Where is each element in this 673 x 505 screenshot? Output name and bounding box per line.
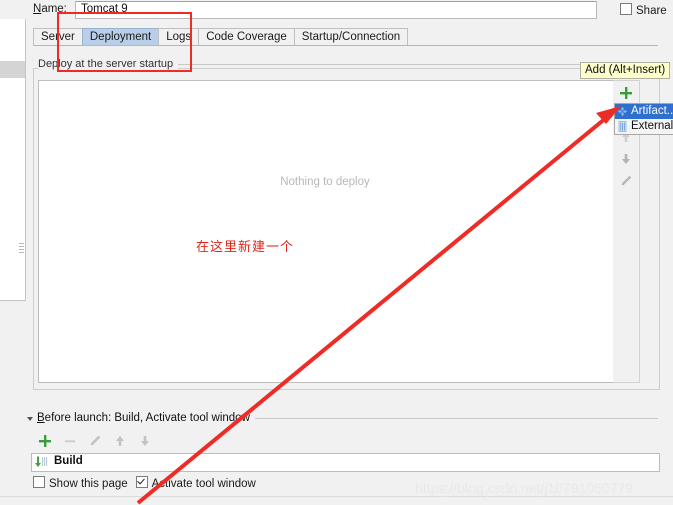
build-icon — [34, 456, 48, 468]
menu-item-artifact-label: Artifact... — [631, 105, 673, 117]
splitter-handle[interactable] — [19, 243, 24, 257]
tab-startup-connection[interactable]: Startup/Connection — [293, 28, 409, 45]
before-launch-collapse-icon[interactable] — [27, 417, 33, 421]
annotation-rectangle — [57, 12, 192, 72]
tree-selected-row[interactable] — [0, 61, 25, 78]
run-configurations-tree[interactable] — [0, 19, 26, 301]
remove-icon — [65, 440, 75, 443]
move-down-button[interactable] — [613, 147, 639, 169]
add-tooltip: Add (Alt+Insert) — [580, 62, 671, 79]
move-down-icon — [622, 154, 630, 164]
activate-tool-window-checkbox[interactable]: Activate tool window — [135, 476, 256, 490]
artifact-icon — [617, 106, 628, 117]
external-source-icon — [617, 121, 628, 132]
share-checkbox-box[interactable] — [620, 3, 632, 15]
add-menu-popup[interactable]: Artifact... External... — [614, 103, 673, 135]
before-launch-move-up-button[interactable] — [108, 432, 133, 450]
tab-code-coverage[interactable]: Code Coverage — [198, 28, 295, 45]
edit-button[interactable] — [613, 169, 639, 191]
show-this-page-checkbox-box[interactable] — [33, 476, 45, 488]
deployment-list[interactable] — [38, 80, 614, 383]
watermark-line-2: https://blog.csdn.net/j18791050779 — [430, 485, 617, 499]
add-icon — [620, 87, 632, 99]
before-launch-add-button[interactable] — [33, 432, 58, 450]
show-this-page-checkbox[interactable]: Show this page — [33, 476, 128, 490]
menu-item-external-label: External... — [631, 120, 673, 132]
show-this-page-label: Show this page — [49, 478, 128, 490]
add-icon — [39, 435, 51, 447]
menu-item-external[interactable]: External... — [615, 119, 673, 134]
menu-item-artifact[interactable]: Artifact... — [615, 104, 673, 119]
share-checkbox-label: Share — [636, 5, 667, 17]
bottom-options: Show this page Activate tool window — [33, 476, 264, 490]
before-launch-title: Before launch: Build, Activate tool wind… — [37, 412, 255, 424]
edit-icon — [90, 435, 101, 446]
annotation-create-here: 在这里新建一个 — [196, 240, 295, 255]
before-launch-title-text: efore launch: Build, Activate tool windo… — [44, 412, 250, 424]
table-row[interactable]: Build — [32, 454, 659, 469]
move-down-icon — [141, 436, 149, 446]
before-launch-edit-button[interactable] — [83, 432, 108, 450]
deployment-empty-text: Nothing to deploy — [280, 176, 370, 188]
activate-tool-window-label: Activate tool window — [151, 478, 256, 490]
before-launch-move-down-button[interactable] — [133, 432, 158, 450]
edit-icon — [621, 175, 632, 186]
before-launch-task-list[interactable]: Build — [31, 453, 660, 472]
share-checkbox[interactable]: Share — [620, 3, 667, 17]
move-up-icon — [116, 436, 124, 446]
table-row-label: Build — [54, 455, 83, 467]
activate-tool-window-checkbox-box[interactable] — [135, 476, 148, 488]
before-launch-remove-button[interactable] — [58, 432, 83, 450]
before-launch-toolbar[interactable] — [33, 432, 163, 450]
add-button[interactable] — [613, 81, 639, 103]
